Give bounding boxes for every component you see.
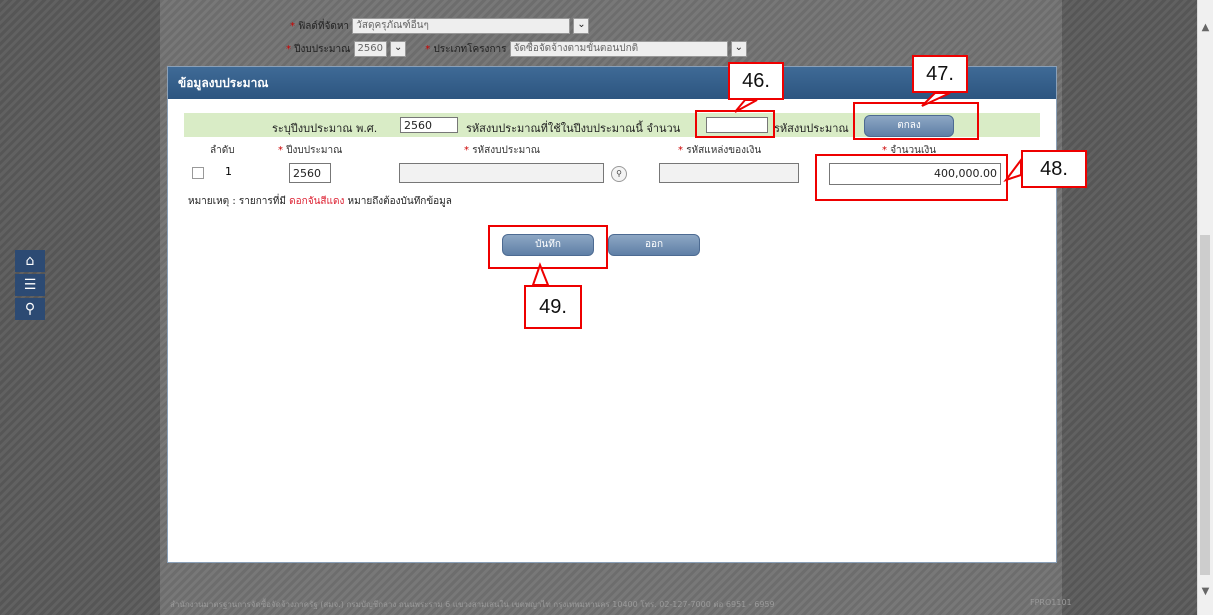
note-highlight: ดอกจันสีแดง <box>289 196 345 207</box>
row-budget-code-input[interactable] <box>399 163 604 183</box>
bg-supply-chevron-icon[interactable]: ⌄ <box>573 18 590 34</box>
row-source-code-input[interactable] <box>659 163 799 183</box>
bg-supply-label: ฟิลด์ที่จัดหา <box>298 21 350 32</box>
scrollbar[interactable]: ▲ ▼ <box>1197 0 1213 615</box>
count-prefix-label: รหัสงบประมาณที่ใช้ในปีงบประมาณนี้ จำนวน <box>466 122 681 135</box>
footer-code: FPRO1101 <box>1030 598 1072 607</box>
highlight-save-button <box>488 225 608 269</box>
bg-supply-row: * ฟิลด์ที่จัดหา วัสดุครุภัณฑ์อื่นๆ ⌄ <box>290 18 590 34</box>
row-checkbox[interactable] <box>192 167 204 179</box>
scroll-thumb[interactable] <box>1200 235 1210 575</box>
col-header-budget-code: รหัสงบประมาณ <box>472 145 541 156</box>
home-icon[interactable]: ⌂ <box>15 250 45 272</box>
row-number: 1 <box>225 165 232 178</box>
col-header-no: ลำดับ <box>210 145 235 156</box>
bg-year-label: ปีงบประมาณ <box>294 44 351 55</box>
bg-project-type-label: ประเภทโครงการ <box>433 44 507 55</box>
budget-modal: ข้อมูลงบประมาณ ระบุปีงบประมาณ พ.ศ. 2560 … <box>167 66 1057 563</box>
note-prefix: หมายเหตุ : รายการที่มี <box>188 196 286 207</box>
scroll-up-icon[interactable]: ▲ <box>1198 20 1213 35</box>
footer: สำนักงานมาตรฐานการจัดซื้อจัดจ้างภาครัฐ (… <box>170 598 1072 611</box>
callout-49: 49. <box>524 285 582 329</box>
lookup-search-icon[interactable]: ⚲ <box>611 166 627 182</box>
callout-48: 48. <box>1021 150 1087 188</box>
year-prefix-label: ระบุปีงบประมาณ พ.ศ. <box>272 122 378 135</box>
note-suffix: หมายถึงต้องบันทึกข้อมูล <box>347 196 452 207</box>
left-nav: ⌂ ☰ ⚲ <box>15 250 47 322</box>
search-icon[interactable]: ⚲ <box>15 298 45 320</box>
callout-46: 46. <box>728 62 784 100</box>
count-suffix-label: รหัสงบประมาณ <box>774 122 849 135</box>
highlight-count-input <box>695 110 775 138</box>
col-header-year: ปีงบประมาณ <box>286 145 343 156</box>
bg-year-row: * ปีงบประมาณ 2560 ⌄ * ประเภทโครงการ จัดซ… <box>286 41 747 57</box>
col-header-source: รหัสแหล่งของเงิน <box>686 145 762 156</box>
row-year-input[interactable]: 2560 <box>289 163 331 183</box>
required-note: หมายเหตุ : รายการที่มี ดอกจันสีแดง หมายถ… <box>188 194 452 209</box>
highlight-ok-button <box>853 102 979 140</box>
scroll-down-icon[interactable]: ▼ <box>1198 584 1213 599</box>
col-header-year-wrap: * ปีงบประมาณ <box>278 145 343 156</box>
exit-button[interactable]: ออก <box>608 234 700 256</box>
highlight-amount-input <box>815 154 1008 201</box>
footer-text: สำนักงานมาตรฐานการจัดซื้อจัดจ้างภาครัฐ (… <box>170 600 775 609</box>
col-header-source-wrap: * รหัสแหล่งของเงิน <box>678 145 762 156</box>
bg-year-chevron-icon[interactable]: ⌄ <box>390 41 407 57</box>
bg-year-select[interactable]: 2560 <box>353 41 387 57</box>
menu-icon[interactable]: ☰ <box>15 274 45 296</box>
col-header-budget-code-wrap: * รหัสงบประมาณ <box>464 145 541 156</box>
filter-year-input[interactable]: 2560 <box>400 117 458 133</box>
bg-project-chevron-icon[interactable]: ⌄ <box>730 41 747 57</box>
callout-47: 47. <box>912 55 968 93</box>
bg-supply-select[interactable]: วัสดุครุภัณฑ์อื่นๆ <box>352 18 571 34</box>
bg-project-type-select[interactable]: จัดซื้อจัดจ้างตามขั้นตอนปกติ <box>509 41 728 57</box>
